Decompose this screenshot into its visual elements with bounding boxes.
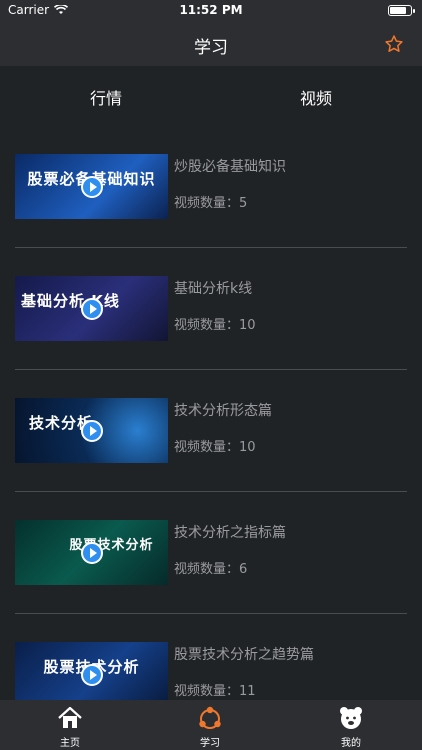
study-icon bbox=[199, 706, 221, 729]
video-thumbnail: 技术分析 bbox=[15, 398, 168, 463]
tabbar-item-study[interactable]: 学习 bbox=[170, 704, 250, 749]
list-item[interactable]: 基础分析 K线 基础分析k线 视频数量：10 bbox=[0, 248, 422, 370]
tabbar-label-home: 主页 bbox=[60, 738, 80, 749]
play-icon bbox=[81, 298, 103, 320]
video-list: 股票必备基础知识 炒股必备基础知识 视频数量：5 基础分析 K线 基础分析k线 … bbox=[0, 126, 422, 700]
item-video-count: 视频数量：6 bbox=[174, 562, 248, 577]
tab-video[interactable]: 视频 bbox=[300, 85, 332, 109]
item-video-count: 视频数量：10 bbox=[174, 318, 256, 333]
item-title: 股票技术分析之趋势篇 bbox=[174, 647, 314, 663]
list-item[interactable]: 股票必备基础知识 炒股必备基础知识 视频数量：5 bbox=[0, 126, 422, 248]
item-video-count: 视频数量：5 bbox=[174, 196, 248, 211]
item-title: 技术分析之指标篇 bbox=[174, 525, 286, 541]
tabbar-label-study: 学习 bbox=[200, 738, 220, 749]
play-icon bbox=[81, 664, 103, 686]
tabbar-item-mine[interactable]: 我的 bbox=[311, 704, 391, 749]
tabbar-item-home[interactable]: 主页 bbox=[30, 704, 110, 749]
item-title: 炒股必备基础知识 bbox=[174, 159, 286, 175]
video-thumbnail: 基础分析 K线 bbox=[15, 276, 168, 341]
item-title: 基础分析k线 bbox=[174, 281, 253, 297]
play-icon bbox=[81, 420, 103, 442]
video-thumbnail: 股票技术分析 bbox=[15, 520, 168, 585]
play-icon bbox=[81, 176, 103, 198]
home-icon bbox=[58, 706, 82, 728]
segment-tabs: 行情 视频 bbox=[0, 66, 422, 126]
list-item[interactable]: 技术分析 技术分析形态篇 视频数量：10 bbox=[0, 370, 422, 492]
star-icon[interactable] bbox=[384, 34, 404, 54]
video-thumbnail: 股票必备基础知识 bbox=[15, 154, 168, 219]
item-video-count: 视频数量：11 bbox=[174, 684, 256, 699]
item-video-count: 视频数量：10 bbox=[174, 440, 256, 455]
status-bar: Carrier 11:52 PM bbox=[0, 0, 422, 22]
tab-market[interactable]: 行情 bbox=[90, 85, 122, 109]
battery-icon bbox=[388, 5, 415, 16]
list-item[interactable]: 股票技术分析 技术分析之指标篇 视频数量：6 bbox=[0, 492, 422, 614]
video-thumbnail: 股票技术分析 bbox=[15, 642, 168, 700]
play-icon bbox=[81, 542, 103, 564]
list-item[interactable]: 股票技术分析 股票技术分析之趋势篇 视频数量：11 bbox=[0, 614, 422, 700]
bear-avatar-icon bbox=[340, 707, 362, 729]
tabbar-label-mine: 我的 bbox=[341, 738, 361, 749]
bottom-tab-bar: 主页 学习 我的 bbox=[0, 700, 422, 750]
item-title: 技术分析形态篇 bbox=[174, 403, 272, 419]
status-time: 11:52 PM bbox=[179, 3, 243, 17]
navigation-bar: 学习 bbox=[0, 22, 422, 66]
battery-level bbox=[390, 7, 406, 14]
page-title: 学习 bbox=[194, 38, 228, 58]
